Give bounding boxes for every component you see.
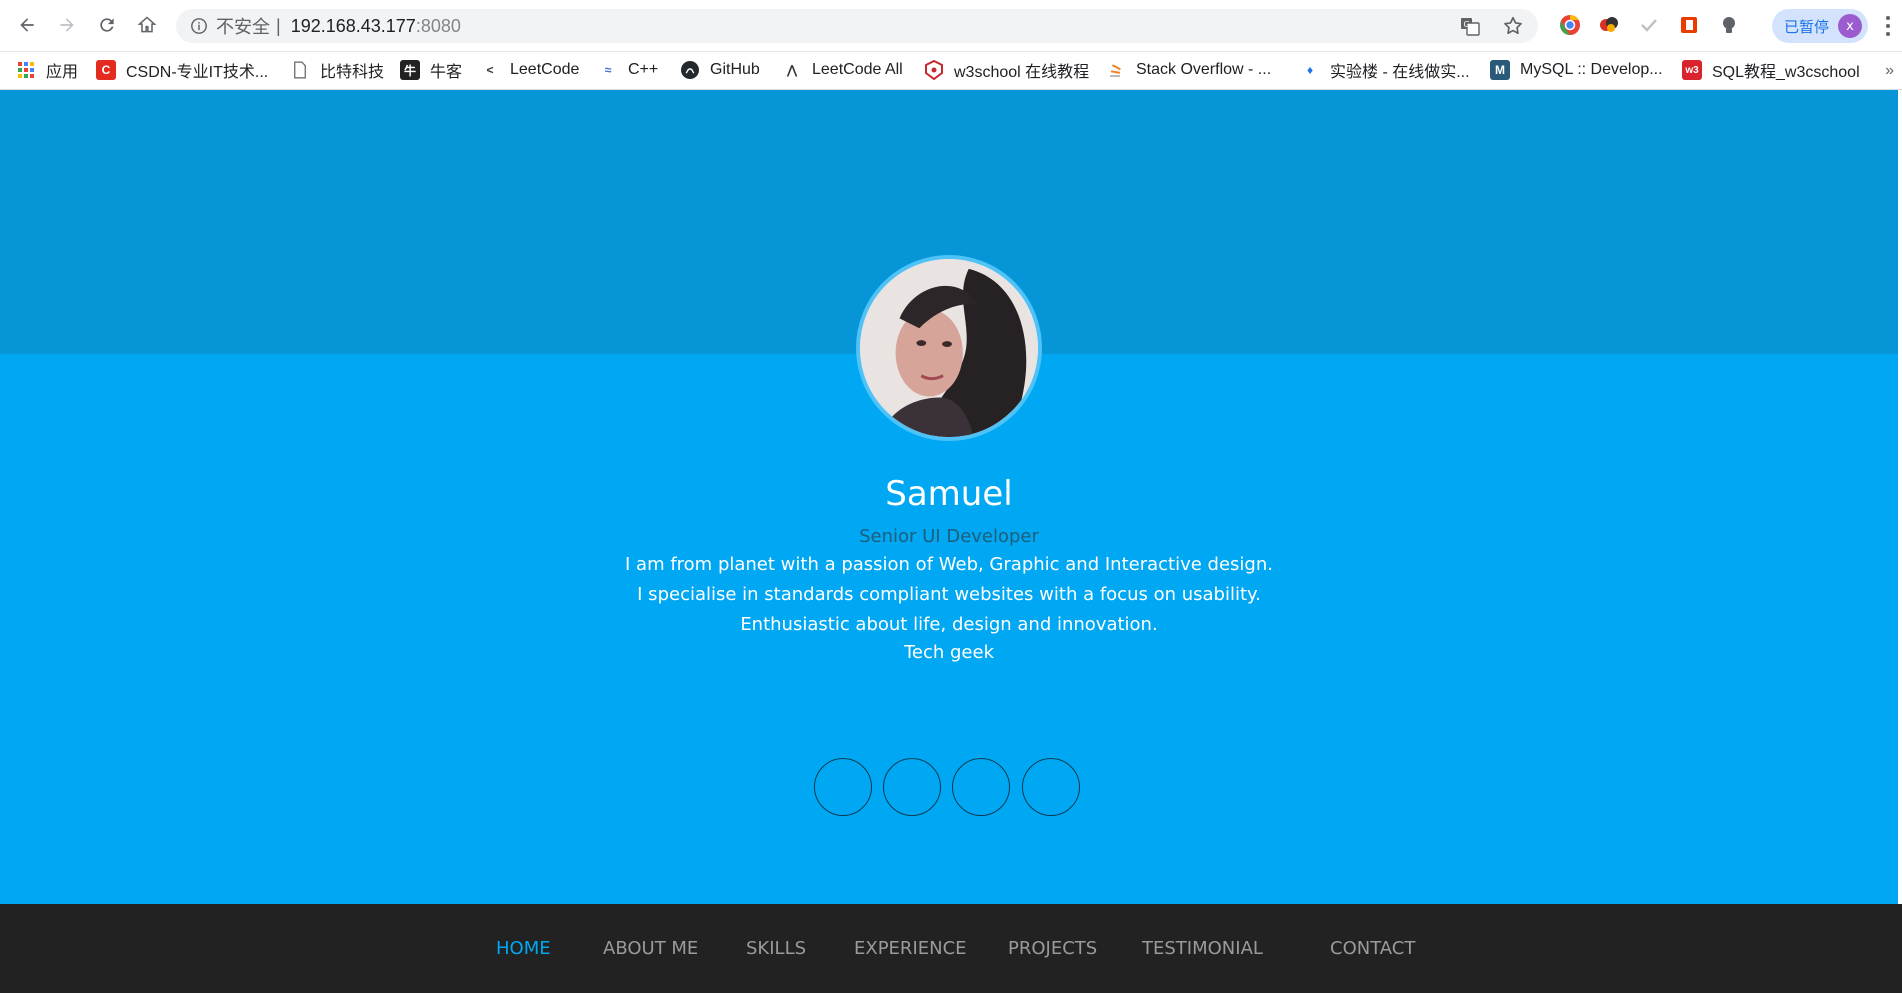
bookmark-label: CSDN-专业IT技术... (126, 64, 269, 81)
arrow-left-icon (20, 18, 34, 32)
nav-skills[interactable]: SKILLS (746, 938, 806, 959)
browser-toolbar: 不安全 | 192.168.43.177 :8080 G 已暂停 x (0, 0, 1902, 52)
bookmark-github[interactable]: GitHub (680, 56, 760, 84)
leetcode-icon: < (486, 63, 494, 77)
profile-photo (856, 255, 1042, 441)
translate-icon[interactable]: G (1460, 16, 1480, 36)
social-link-button[interactable] (883, 758, 941, 816)
page-icon (290, 60, 310, 80)
bookmarks-bar: 应用 C CSDN-专业IT技术... 比特科技 牛 牛客 < LeetCode… (0, 52, 1902, 90)
divider: | (276, 15, 281, 36)
bio-line: I am from planet with a passion of Web, … (625, 554, 1273, 575)
bookmark-label: C++ (628, 61, 659, 78)
star-icon[interactable] (1502, 15, 1524, 37)
bookmark-mysql[interactable]: M MySQL :: Develop... (1490, 56, 1663, 84)
bookmark-label: GitHub (710, 61, 760, 78)
extension-chrome-icon[interactable] (1559, 14, 1581, 36)
bio-line: Tech geek (903, 642, 995, 663)
bookmark-apps[interactable]: 应用 (16, 56, 78, 84)
security-label[interactable]: 不安全 (216, 13, 270, 39)
profile-button[interactable]: 已暂停 x (1772, 9, 1868, 43)
bookmark-w3school[interactable]: w3school 在线教程 (924, 56, 1089, 84)
bookmark-leetcode[interactable]: < LeetCode (480, 56, 579, 84)
bookmark-label: LeetCode All (812, 61, 903, 78)
home-button[interactable] (132, 10, 162, 40)
bookmarks-overflow-button[interactable]: » (1885, 62, 1894, 80)
bookmark-bit[interactable]: 比特科技 (290, 56, 384, 84)
extension-colorful-icon[interactable] (1598, 14, 1620, 36)
bookmark-label: Stack Overflow - ... (1136, 61, 1272, 78)
stackoverflow-icon (1106, 60, 1126, 80)
bookmark-label: SQL教程_w3cschool (1712, 64, 1860, 81)
url-host[interactable]: 192.168.43.177 (291, 16, 416, 37)
bookmark-label: 比特科技 (320, 64, 385, 81)
extension-check-icon[interactable] (1638, 14, 1660, 36)
social-link-button[interactable] (814, 758, 872, 816)
bookmark-label: 牛客 (430, 64, 463, 81)
w3cschool-icon: w3 (1682, 60, 1702, 80)
shiyanlou-icon: ♦ (1306, 63, 1314, 77)
nav-testimonial[interactable]: TESTIMONIAL (1142, 938, 1263, 959)
nav-projects[interactable]: PROJECTS (1008, 938, 1097, 959)
bookmark-label: 实验楼 - 在线做实... (1330, 64, 1470, 81)
reload-icon (100, 18, 114, 32)
cpp-icon: ≈ (604, 63, 612, 77)
profile-role: Senior UI Developer (859, 526, 1039, 547)
bookmark-csdn[interactable]: C CSDN-专业IT技术... (96, 56, 268, 84)
nav-home[interactable]: HOME (496, 938, 551, 959)
home-icon (137, 16, 157, 33)
social-link-button[interactable] (1022, 758, 1080, 816)
leetcode-all-icon: ⋀ (787, 63, 797, 77)
bookmark-cpp[interactable]: ≈ C++ (598, 56, 659, 84)
mysql-icon: M (1490, 60, 1510, 80)
bookmark-label: LeetCode (510, 61, 580, 78)
nav-experience[interactable]: EXPERIENCE (854, 938, 967, 959)
nav-about-me[interactable]: ABOUT ME (603, 938, 698, 959)
github-icon (680, 60, 700, 80)
address-bar[interactable]: 不安全 | 192.168.43.177 :8080 G (176, 9, 1538, 43)
bookmark-label: 应用 (46, 64, 79, 81)
reload-button[interactable] (92, 10, 122, 40)
bookmark-stackoverflow[interactable]: Stack Overflow - ... (1106, 56, 1271, 84)
back-button[interactable] (12, 10, 42, 40)
extension-bulb-icon[interactable] (1718, 14, 1740, 36)
svg-text:G: G (1464, 20, 1470, 29)
bio-line: Enthusiastic about life, design and inno… (740, 614, 1158, 635)
bookmark-sql-w3cschool[interactable]: w3 SQL教程_w3cschool (1682, 56, 1860, 84)
w3school-icon (924, 60, 944, 80)
bookmark-leetcode-all[interactable]: ⋀ LeetCode All (782, 56, 903, 84)
bookmark-shiyanlou[interactable]: ♦ 实验楼 - 在线做实... (1300, 56, 1470, 84)
menu-icon[interactable] (1884, 14, 1892, 38)
bookmark-nowcoder[interactable]: 牛 牛客 (400, 56, 462, 84)
social-link-button[interactable] (952, 758, 1010, 816)
profile-name: Samuel (885, 474, 1013, 514)
csdn-icon: C (96, 60, 116, 80)
nav-contact[interactable]: CONTACT (1330, 938, 1415, 959)
site-navigation: HOME ABOUT ME SKILLS EXPERIENCE PROJECTS… (0, 904, 1902, 993)
profile-status: 已暂停 (1784, 17, 1830, 36)
extension-office-icon[interactable] (1678, 14, 1700, 36)
forward-button[interactable] (52, 10, 82, 40)
avatar: x (1838, 14, 1862, 38)
info-icon[interactable] (190, 17, 208, 35)
nowcoder-icon: 牛 (400, 60, 420, 80)
bio-line: I specialise in standards compliant webs… (637, 584, 1261, 605)
bookmark-label: MySQL :: Develop... (1520, 61, 1663, 78)
apps-grid-icon (16, 60, 36, 80)
url-port[interactable]: :8080 (416, 16, 461, 37)
arrow-right-icon (60, 18, 74, 32)
page-edge (1898, 90, 1902, 904)
bookmark-label: w3school 在线教程 (954, 64, 1090, 81)
webpage: Samuel Senior UI Developer I am from pla… (0, 90, 1902, 993)
